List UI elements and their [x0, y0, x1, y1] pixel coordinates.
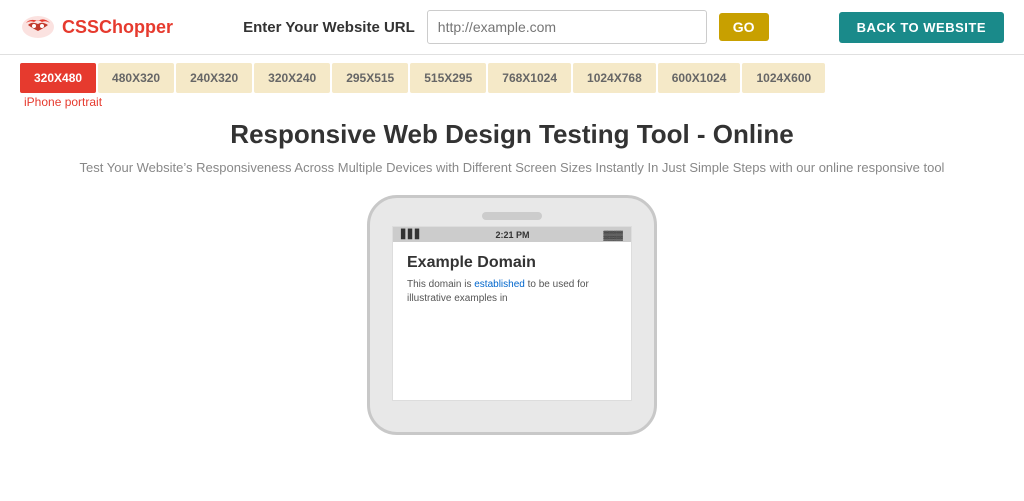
back-to-website-button[interactable]: BACK TO WEBSITE [839, 12, 1004, 43]
phone-mockup: ▋▋▋ 2:21 PM ▓▓▓ Example Domain This doma… [367, 195, 657, 435]
phone-status-bar: ▋▋▋ 2:21 PM ▓▓▓ [393, 227, 631, 242]
go-button[interactable]: GO [719, 13, 769, 41]
res-btn-515x295[interactable]: 515X295 [410, 63, 486, 93]
phone-screen: ▋▋▋ 2:21 PM ▓▓▓ Example Domain This doma… [392, 226, 632, 401]
header: CSSChopper Enter Your Website URL GO BAC… [0, 0, 1024, 55]
res-btn-480x320[interactable]: 480X320 [98, 63, 174, 93]
res-btn-600x1024[interactable]: 600X1024 [658, 63, 741, 93]
phone-battery: ▓▓▓ [603, 230, 623, 240]
main-content: Responsive Web Design Testing Tool - Onl… [0, 109, 1024, 435]
phone-time: 2:21 PM [496, 230, 530, 240]
res-btn-320x240[interactable]: 320X240 [254, 63, 330, 93]
url-input[interactable] [427, 10, 707, 44]
phone-content: Example Domain This domain is establishe… [393, 242, 631, 318]
resolution-bar-container: 320X480 480X320 240X320 320X240 295X515 … [0, 55, 1024, 109]
res-btn-768x1024[interactable]: 768X1024 [488, 63, 571, 93]
logo-chopper: Chopper [99, 17, 173, 37]
logo-icon [20, 13, 56, 41]
phone-content-text: This domain is established to be used fo… [407, 278, 617, 306]
res-btn-1024x600[interactable]: 1024X600 [742, 63, 825, 93]
url-section: Enter Your Website URL GO [173, 10, 839, 44]
res-btn-320x480[interactable]: 320X480 [20, 63, 96, 93]
res-btn-1024x768[interactable]: 1024X768 [573, 63, 656, 93]
phone-signal: ▋▋▋ [401, 229, 422, 240]
phone-speaker [482, 212, 542, 220]
logo-css: CSS [62, 17, 99, 37]
phone-container: ▋▋▋ 2:21 PM ▓▓▓ Example Domain This doma… [60, 195, 964, 435]
phone-content-highlight: established [474, 279, 525, 290]
logo-text: CSSChopper [62, 17, 173, 38]
res-btn-295x515[interactable]: 295X515 [332, 63, 408, 93]
logo-area: CSSChopper [20, 13, 173, 41]
url-label: Enter Your Website URL [243, 19, 415, 36]
page-title: Responsive Web Design Testing Tool - Onl… [60, 119, 964, 150]
res-btn-240x320[interactable]: 240X320 [176, 63, 252, 93]
resolution-label: iPhone portrait [24, 95, 1004, 109]
phone-content-title: Example Domain [407, 254, 617, 272]
resolution-buttons-row: 320X480 480X320 240X320 320X240 295X515 … [20, 63, 1004, 93]
page-subtitle: Test Your Website’s Responsiveness Acros… [60, 160, 964, 175]
